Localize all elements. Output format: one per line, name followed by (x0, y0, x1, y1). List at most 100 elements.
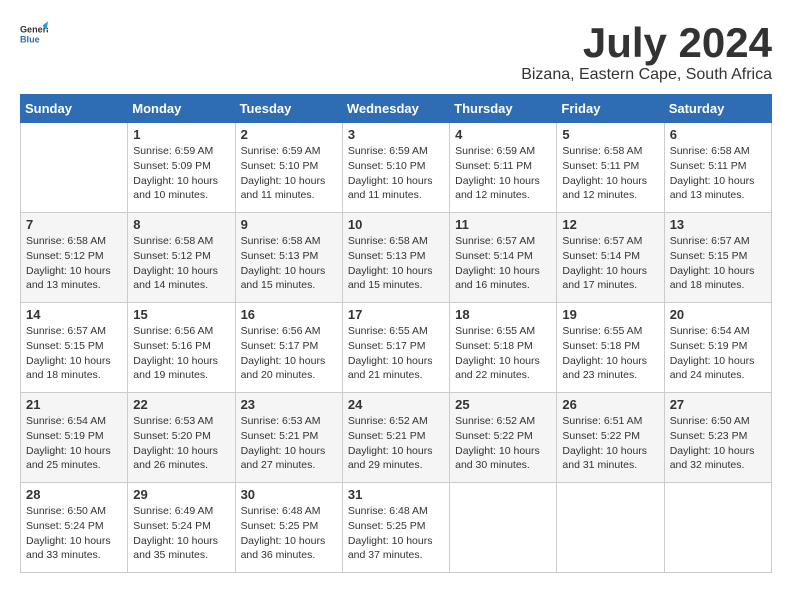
day-info: Sunrise: 6:50 AM Sunset: 5:23 PM Dayligh… (670, 414, 766, 473)
day-number: 22 (133, 397, 229, 412)
day-number: 1 (133, 127, 229, 142)
day-info: Sunrise: 6:59 AM Sunset: 5:09 PM Dayligh… (133, 144, 229, 203)
day-info: Sunrise: 6:53 AM Sunset: 5:21 PM Dayligh… (241, 414, 337, 473)
day-info: Sunrise: 6:58 AM Sunset: 5:13 PM Dayligh… (348, 234, 444, 293)
day-info: Sunrise: 6:55 AM Sunset: 5:18 PM Dayligh… (562, 324, 658, 383)
location-title: Bizana, Eastern Cape, South Africa (521, 66, 772, 84)
day-number: 11 (455, 217, 551, 232)
header-wednesday: Wednesday (342, 95, 449, 123)
table-row (664, 483, 771, 573)
day-number: 3 (348, 127, 444, 142)
table-row (557, 483, 664, 573)
calendar-week-row: 21 Sunrise: 6:54 AM Sunset: 5:19 PM Dayli… (21, 393, 772, 483)
header-sunday: Sunday (21, 95, 128, 123)
day-info: Sunrise: 6:48 AM Sunset: 5:25 PM Dayligh… (241, 504, 337, 563)
day-number: 26 (562, 397, 658, 412)
table-row: 11 Sunrise: 6:57 AM Sunset: 5:14 PM Dayli… (450, 213, 557, 303)
table-row: 23 Sunrise: 6:53 AM Sunset: 5:21 PM Dayli… (235, 393, 342, 483)
table-row: 16Sunrise: 6:56 AM Sunset: 5:17 PM Dayli… (235, 303, 342, 393)
day-number: 28 (26, 487, 122, 502)
day-number: 16 (241, 307, 337, 322)
day-info: Sunrise: 6:50 AM Sunset: 5:24 PM Dayligh… (26, 504, 122, 563)
day-number: 10 (348, 217, 444, 232)
day-number: 19 (562, 307, 658, 322)
day-number: 2 (241, 127, 337, 142)
table-row: 21 Sunrise: 6:54 AM Sunset: 5:19 PM Dayli… (21, 393, 128, 483)
table-row: 7 Sunrise: 6:58 AM Sunset: 5:12 PM Daylig… (21, 213, 128, 303)
day-info: Sunrise: 6:58 AM Sunset: 5:11 PM Dayligh… (562, 144, 658, 203)
day-number: 23 (241, 397, 337, 412)
day-number: 18 (455, 307, 551, 322)
month-title: July 2024 (521, 20, 772, 66)
day-info: Sunrise: 6:58 AM Sunset: 5:11 PM Dayligh… (670, 144, 766, 203)
day-info: Sunrise: 6:52 AM Sunset: 5:22 PM Dayligh… (455, 414, 551, 473)
calendar-week-row: 28 Sunrise: 6:50 AM Sunset: 5:24 PM Dayli… (21, 483, 772, 573)
table-row: 12 Sunrise: 6:57 AM Sunset: 5:14 PM Dayli… (557, 213, 664, 303)
day-number: 29 (133, 487, 229, 502)
header-friday: Friday (557, 95, 664, 123)
table-row: 20Sunrise: 6:54 AM Sunset: 5:19 PM Dayli… (664, 303, 771, 393)
table-row: 5 Sunrise: 6:58 AM Sunset: 5:11 PM Daylig… (557, 123, 664, 213)
calendar-week-row: 14 Sunrise: 6:57 AM Sunset: 5:15 PM Dayli… (21, 303, 772, 393)
table-row: 14 Sunrise: 6:57 AM Sunset: 5:15 PM Dayli… (21, 303, 128, 393)
table-row: 9Sunrise: 6:58 AM Sunset: 5:13 PM Daylig… (235, 213, 342, 303)
day-number: 30 (241, 487, 337, 502)
day-info: Sunrise: 6:57 AM Sunset: 5:14 PM Dayligh… (455, 234, 551, 293)
table-row: 15Sunrise: 6:56 AM Sunset: 5:16 PM Dayli… (128, 303, 235, 393)
day-number: 12 (562, 217, 658, 232)
day-info: Sunrise: 6:49 AM Sunset: 5:24 PM Dayligh… (133, 504, 229, 563)
header-thursday: Thursday (450, 95, 557, 123)
title-area: July 2024 Bizana, Eastern Cape, South Af… (521, 20, 772, 84)
table-row: 10 Sunrise: 6:58 AM Sunset: 5:13 PM Dayli… (342, 213, 449, 303)
day-number: 15 (133, 307, 229, 322)
day-info: Sunrise: 6:51 AM Sunset: 5:22 PM Dayligh… (562, 414, 658, 473)
day-number: 17 (348, 307, 444, 322)
table-row: 30 Sunrise: 6:48 AM Sunset: 5:25 PM Dayli… (235, 483, 342, 573)
day-info: Sunrise: 6:59 AM Sunset: 5:10 PM Dayligh… (348, 144, 444, 203)
header-monday: Monday (128, 95, 235, 123)
table-row: 27 Sunrise: 6:50 AM Sunset: 5:23 PM Dayli… (664, 393, 771, 483)
table-row: 22Sunrise: 6:53 AM Sunset: 5:20 PM Dayli… (128, 393, 235, 483)
table-row: 19 Sunrise: 6:55 AM Sunset: 5:18 PM Dayli… (557, 303, 664, 393)
day-info: Sunrise: 6:58 AM Sunset: 5:12 PM Dayligh… (26, 234, 122, 293)
logo-icon: General Blue (20, 20, 48, 48)
header: General Blue July 2024 Bizana, Eastern C… (20, 20, 772, 84)
day-info: Sunrise: 6:57 AM Sunset: 5:15 PM Dayligh… (670, 234, 766, 293)
day-info: Sunrise: 6:48 AM Sunset: 5:25 PM Dayligh… (348, 504, 444, 563)
day-info: Sunrise: 6:58 AM Sunset: 5:13 PM Dayligh… (241, 234, 337, 293)
day-info: Sunrise: 6:54 AM Sunset: 5:19 PM Dayligh… (26, 414, 122, 473)
table-row: 26 Sunrise: 6:51 AM Sunset: 5:22 PM Dayli… (557, 393, 664, 483)
table-row: 2Sunrise: 6:59 AM Sunset: 5:10 PM Daylig… (235, 123, 342, 213)
calendar-week-row: 7 Sunrise: 6:58 AM Sunset: 5:12 PM Daylig… (21, 213, 772, 303)
day-number: 6 (670, 127, 766, 142)
day-info: Sunrise: 6:55 AM Sunset: 5:17 PM Dayligh… (348, 324, 444, 383)
day-number: 25 (455, 397, 551, 412)
day-number: 7 (26, 217, 122, 232)
day-info: Sunrise: 6:58 AM Sunset: 5:12 PM Dayligh… (133, 234, 229, 293)
table-row (450, 483, 557, 573)
table-row: 1 Sunrise: 6:59 AM Sunset: 5:09 PM Daylig… (128, 123, 235, 213)
table-row: 8 Sunrise: 6:58 AM Sunset: 5:12 PM Daylig… (128, 213, 235, 303)
table-row: 17 Sunrise: 6:55 AM Sunset: 5:17 PM Dayli… (342, 303, 449, 393)
table-row: 25 Sunrise: 6:52 AM Sunset: 5:22 PM Dayli… (450, 393, 557, 483)
day-number: 13 (670, 217, 766, 232)
table-row: 4Sunrise: 6:59 AM Sunset: 5:11 PM Daylig… (450, 123, 557, 213)
day-number: 31 (348, 487, 444, 502)
day-number: 8 (133, 217, 229, 232)
day-number: 20 (670, 307, 766, 322)
day-number: 27 (670, 397, 766, 412)
calendar-header-row: Sunday Monday Tuesday Wednesday Thursday… (21, 95, 772, 123)
table-row (21, 123, 128, 213)
day-number: 21 (26, 397, 122, 412)
day-info: Sunrise: 6:57 AM Sunset: 5:15 PM Dayligh… (26, 324, 122, 383)
day-number: 5 (562, 127, 658, 142)
table-row: 24Sunrise: 6:52 AM Sunset: 5:21 PM Dayli… (342, 393, 449, 483)
day-info: Sunrise: 6:57 AM Sunset: 5:14 PM Dayligh… (562, 234, 658, 293)
day-number: 4 (455, 127, 551, 142)
table-row: 28 Sunrise: 6:50 AM Sunset: 5:24 PM Dayli… (21, 483, 128, 573)
svg-text:Blue: Blue (20, 34, 40, 44)
header-tuesday: Tuesday (235, 95, 342, 123)
day-number: 14 (26, 307, 122, 322)
table-row: 13 Sunrise: 6:57 AM Sunset: 5:15 PM Dayli… (664, 213, 771, 303)
day-info: Sunrise: 6:52 AM Sunset: 5:21 PM Dayligh… (348, 414, 444, 473)
